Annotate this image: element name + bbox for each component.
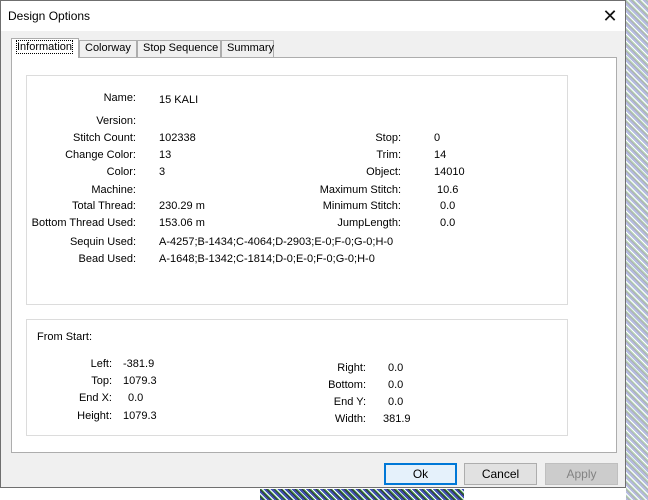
top-value: 1079.3 bbox=[123, 375, 157, 387]
bead-used-label: Bead Used: bbox=[78, 253, 136, 265]
right-value: 0.0 bbox=[388, 362, 404, 374]
close-icon[interactable]: ✕ bbox=[595, 3, 625, 29]
tab-colorway[interactable]: Colorway bbox=[79, 40, 137, 57]
change-color-label: Change Color: bbox=[65, 149, 136, 161]
info-group: Name: 15 KALI Version: Stitch Count: 102… bbox=[26, 75, 568, 305]
background-design-fragment-bottom bbox=[260, 489, 464, 500]
from-start-heading: From Start: bbox=[37, 331, 93, 343]
machine-label: Machine: bbox=[91, 184, 136, 196]
end-x-label: End X: bbox=[78, 392, 112, 404]
color-label: Color: bbox=[106, 166, 136, 178]
bottom-thread-used-value: 153.06 m bbox=[159, 217, 205, 229]
bead-used-value: A-1648;B-1342;C-1814;D-0;E-0;F-0;G-0;H-0 bbox=[159, 253, 375, 265]
stitch-count-label: Stitch Count: bbox=[73, 132, 136, 144]
information-panel: Name: 15 KALI Version: Stitch Count: 102… bbox=[11, 57, 617, 453]
bottom-value: 0.0 bbox=[388, 379, 404, 391]
sequin-used-label: Sequin Used: bbox=[69, 236, 136, 248]
stop-value: 0 bbox=[434, 132, 441, 144]
width-label: Width: bbox=[334, 413, 366, 425]
end-y-label: End Y: bbox=[333, 396, 366, 408]
bottom-thread-used-label: Bottom Thread Used: bbox=[31, 217, 136, 229]
from-start-group: From Start: Left: -381.9 Top: 1079.3 End… bbox=[26, 319, 568, 436]
bottom-label: Bottom: bbox=[328, 379, 366, 391]
total-thread-label: Total Thread: bbox=[71, 200, 136, 212]
left-value: -381.9 bbox=[123, 358, 155, 370]
maximum-stitch-label: Maximum Stitch: bbox=[319, 184, 401, 196]
sequin-used-value: A-4257;B-1434;C-4064;D-2903;E-0;F-0;G-0;… bbox=[159, 236, 394, 248]
design-options-dialog: Design Options ✕ Information Colorway St… bbox=[0, 0, 626, 488]
trim-value: 14 bbox=[434, 149, 447, 161]
height-value: 1079.3 bbox=[123, 410, 157, 422]
name-label: Name: bbox=[103, 92, 136, 104]
minimum-stitch-label: Minimum Stitch: bbox=[322, 200, 401, 212]
color-value: 3 bbox=[159, 166, 166, 178]
trim-label: Trim: bbox=[376, 149, 401, 161]
jump-length-value: 0.0 bbox=[440, 217, 456, 229]
title-bar: Design Options ✕ bbox=[1, 1, 625, 31]
dialog-title: Design Options bbox=[8, 9, 91, 23]
end-y-value: 0.0 bbox=[388, 396, 404, 408]
change-color-value: 13 bbox=[159, 149, 172, 161]
tab-summary[interactable]: Summary bbox=[221, 40, 274, 57]
maximum-stitch-value: 10.6 bbox=[437, 184, 459, 196]
height-label: Height: bbox=[77, 410, 112, 422]
stitch-count-value: 102338 bbox=[159, 132, 196, 144]
end-x-value: 0.0 bbox=[128, 392, 144, 404]
cancel-button[interactable]: Cancel bbox=[464, 463, 537, 485]
stop-label: Stop: bbox=[375, 132, 401, 144]
total-thread-value: 230.29 m bbox=[159, 200, 205, 212]
version-label: Version: bbox=[96, 115, 136, 127]
jump-length-label: JumpLength: bbox=[337, 217, 401, 229]
ok-button[interactable]: Ok bbox=[384, 463, 457, 485]
top-label: Top: bbox=[91, 375, 112, 387]
tab-stop-sequence[interactable]: Stop Sequence bbox=[137, 40, 221, 57]
width-value: 381.9 bbox=[383, 413, 411, 425]
object-label: Object: bbox=[366, 166, 401, 178]
name-value: 15 KALI bbox=[159, 94, 199, 106]
background-design-fragment-right bbox=[626, 0, 648, 500]
apply-button[interactable]: Apply bbox=[545, 463, 618, 485]
object-value: 14010 bbox=[434, 166, 465, 178]
tab-information[interactable]: Information bbox=[11, 38, 79, 58]
right-label: Right: bbox=[337, 362, 366, 374]
left-label: Left: bbox=[90, 358, 112, 370]
minimum-stitch-value: 0.0 bbox=[440, 200, 456, 212]
